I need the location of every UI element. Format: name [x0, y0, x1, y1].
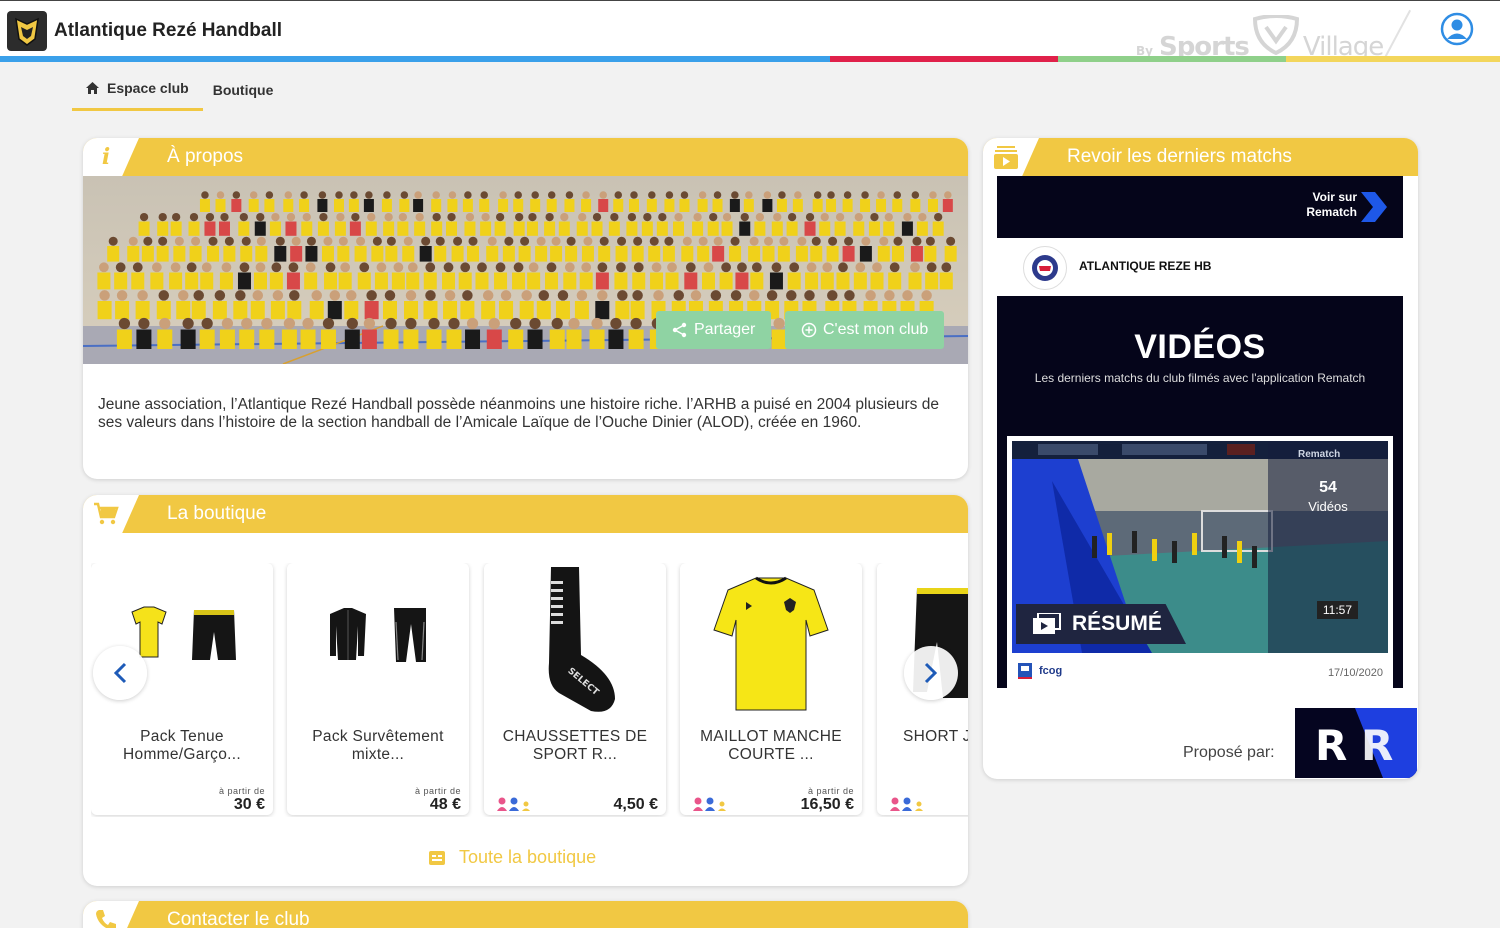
video-count: 54	[1319, 479, 1337, 496]
shop-card: La boutique Pack Tenue Homme/Garço... à …	[83, 495, 968, 886]
video-thumbnail[interactable]: Rematch 54 Vidéos 11:57 RÉSUMÉ	[1012, 441, 1388, 653]
all-shop-label: Toute la boutique	[459, 847, 597, 867]
sportsvillage-logo[interactable]: By Sports Village	[1136, 15, 1384, 62]
video-author[interactable]: fcog	[1017, 662, 1062, 680]
contact-title: Contacter le club	[167, 909, 310, 928]
video-count-overlay: Rematch 54 Vidéos	[1268, 441, 1388, 653]
videos-title: VIDÉOS	[1134, 328, 1266, 366]
matches-card: Revoir les derniers matchs Voir sur Rema…	[983, 138, 1418, 779]
product-name: Pack Tenue Homme/Garço...	[123, 728, 241, 763]
about-title: À propos	[167, 146, 244, 167]
chevron-right-icon	[924, 662, 938, 684]
color-stripe-yellow	[1286, 56, 1500, 62]
about-header: i À propos	[83, 138, 968, 176]
product-price: 48 €	[429, 796, 461, 813]
product-price: 30 €	[233, 796, 265, 813]
top-header: Atlantique Rezé Handball By Sports Villa…	[0, 0, 1500, 62]
carousel-prev-button[interactable]	[93, 646, 147, 700]
gender-icons	[692, 796, 732, 812]
product-name: SHORT J ARGEI	[903, 728, 968, 745]
product-card[interactable]: Pack Survêtement mixte... à partir de 48…	[287, 563, 469, 815]
all-shop-link[interactable]: Toute la boutique	[429, 847, 596, 868]
product-from: à partir de	[807, 786, 854, 796]
resume-badge: RÉSUMÉ	[1016, 604, 1186, 644]
videos-subtitle: Les derniers matchs du club filmés avec …	[1034, 371, 1366, 385]
info-icon: i	[101, 144, 111, 170]
header-divider	[1382, 9, 1412, 61]
rematch-logo[interactable]: R R	[1295, 708, 1417, 778]
video-stack-icon	[1033, 613, 1061, 634]
matches-title: Revoir les derniers matchs	[1067, 146, 1292, 167]
tab-boutique[interactable]: Boutique	[199, 74, 288, 110]
club-row-name: ATLANTIQUE REZE HB	[1079, 259, 1212, 273]
club-title[interactable]: Atlantique Rezé Handball	[54, 20, 282, 42]
tab-espace-club[interactable]: Espace club	[72, 74, 203, 111]
product-name: MAILLOT MANCHE COURTE ...	[700, 728, 842, 763]
author-avatar-icon	[1018, 663, 1032, 679]
product-image	[680, 569, 862, 719]
video-author-name: fcog	[1039, 665, 1063, 677]
product-card[interactable]: MAILLOT MANCHE COURTE ... à partir de 16…	[680, 563, 862, 815]
gender-icons	[889, 796, 929, 812]
tab-espace-club-label: Espace club	[107, 80, 189, 96]
brand-shield-icon	[1252, 15, 1299, 55]
my-club-button[interactable]: C'est mon club	[785, 311, 945, 349]
contact-header: Contacter le club	[83, 901, 968, 928]
plus-circle-icon	[801, 322, 817, 338]
about-description: Jeune association, l’Atlantique Rezé Han…	[98, 396, 939, 431]
rematch-banner[interactable]: Voir sur Rematch	[997, 176, 1403, 238]
proposed-by-label: Proposé par:	[1183, 744, 1275, 761]
chevron-left-icon	[113, 662, 127, 684]
share-label: Partager	[694, 321, 756, 338]
product-image: SELECT	[484, 563, 666, 719]
my-club-label: C'est mon club	[823, 321, 929, 338]
phone-icon	[93, 907, 119, 928]
svg-text:R: R	[1361, 721, 1393, 770]
video-playlist-icon	[993, 144, 1019, 170]
gender-icons	[496, 796, 536, 812]
videos-panel: VIDÉOS Les derniers matchs du club filmé…	[997, 296, 1403, 688]
product-from: à partir de	[414, 786, 461, 796]
color-stripe-red	[830, 56, 1058, 62]
chevron-right-icon	[1361, 192, 1387, 222]
club-badge-icon	[1023, 246, 1067, 290]
video-duration: 11:57	[1316, 601, 1358, 619]
shop-header: La boutique	[83, 495, 968, 533]
product-name: Pack Survêtement mixte...	[312, 728, 444, 763]
share-button[interactable]: Partager	[656, 311, 772, 349]
product-price: 4,50 €	[613, 796, 658, 813]
product-name: CHAUSSETTES DE SPORT R...	[502, 728, 648, 763]
svg-text:R: R	[1315, 721, 1347, 770]
resume-label: RÉSUMÉ	[1072, 612, 1162, 635]
product-carousel: Pack Tenue Homme/Garço... à partir de 30…	[91, 563, 968, 817]
color-stripe-green	[1058, 56, 1286, 62]
about-card: i À propos Partager C'est mon club Jeune…	[83, 138, 968, 479]
product-card[interactable]: SELECT CHAUSSETTES DE SPORT R... 4,50 €	[484, 563, 666, 815]
user-account-icon[interactable]	[1440, 12, 1474, 46]
video-date: 17/10/2020	[1327, 667, 1383, 679]
product-price: 16,50 €	[800, 796, 854, 813]
carousel-next-button[interactable]	[904, 646, 958, 700]
matches-header: Revoir les derniers matchs	[983, 138, 1418, 176]
rematch-link-label: Voir sur Rematch	[1306, 190, 1357, 219]
color-stripe-blue	[0, 56, 830, 62]
product-from: à partir de	[218, 786, 265, 796]
club-logo[interactable]	[7, 11, 47, 51]
cart-icon	[93, 501, 119, 527]
video-card[interactable]: Rematch 54 Vidéos 11:57 RÉSUMÉ fcog 17/1…	[1007, 436, 1393, 688]
club-row[interactable]: ATLANTIQUE REZE HB	[997, 238, 1403, 296]
home-icon	[86, 82, 99, 94]
contact-card: Contacter le club	[83, 901, 968, 928]
product-image	[287, 567, 469, 717]
shop-title: La boutique	[167, 503, 267, 524]
thumb-brand-label: Rematch	[1298, 449, 1341, 460]
share-icon	[672, 322, 687, 338]
video-count-label: Vidéos	[1308, 499, 1348, 514]
breadcrumb: Espace club Boutique	[72, 74, 288, 111]
store-icon	[429, 850, 445, 865]
